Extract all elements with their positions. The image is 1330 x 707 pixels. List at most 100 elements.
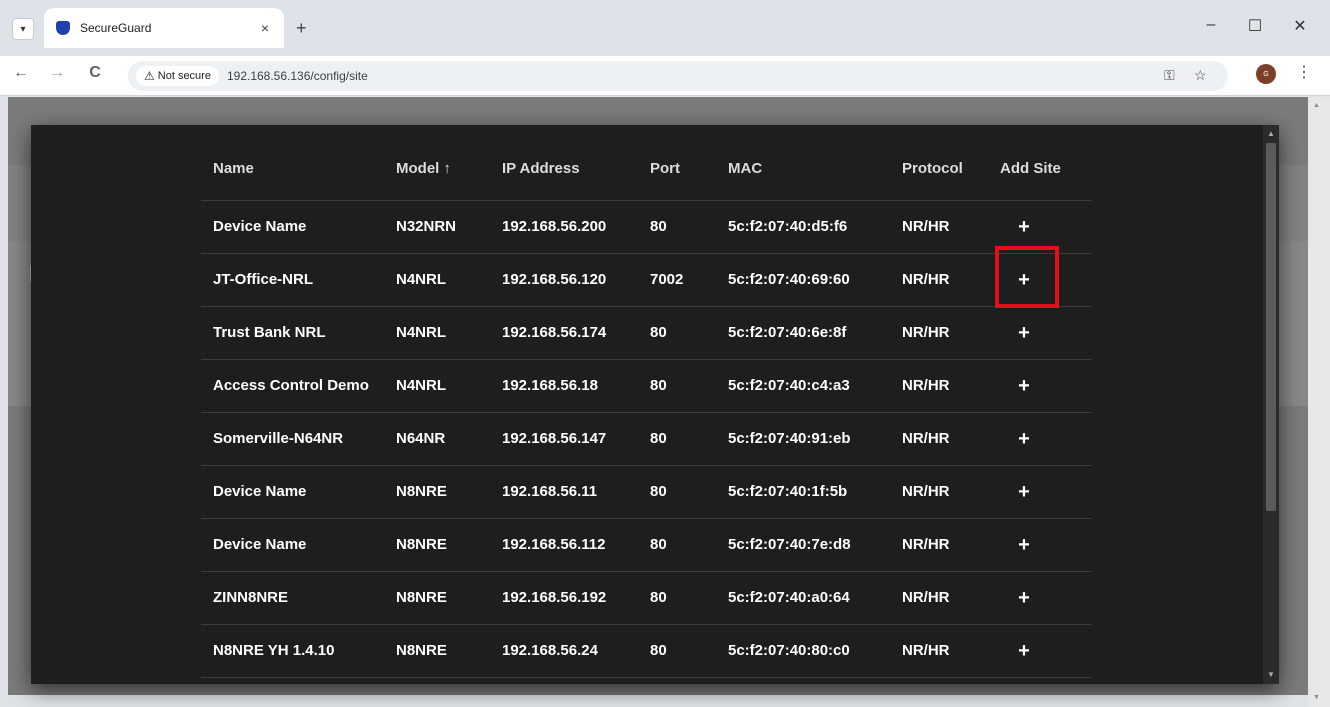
table-row: Somerville-N64NR N64NR 192.168.56.147 80… <box>201 412 1092 466</box>
back-icon[interactable]: ← <box>10 64 32 82</box>
cell-add-site: + <box>988 412 1092 466</box>
cell-add-site: + <box>988 571 1092 625</box>
forward-icon[interactable]: → <box>46 64 68 82</box>
modal-scroll-down-icon[interactable]: ▼ <box>1267 670 1275 679</box>
tab-search-chevron-icon[interactable]: ▾ <box>12 18 34 40</box>
add-site-plus-icon[interactable]: + <box>1000 578 1048 618</box>
devices-table: Name Model ↑ IP Address Port MAC Protocol… <box>201 138 1092 678</box>
cell-protocol: NR/HR <box>890 412 988 466</box>
add-site-plus-icon[interactable]: + <box>1000 631 1048 671</box>
table-row: Device Name N8NRE 192.168.56.11 80 5c:f2… <box>201 465 1092 519</box>
cell-model: N4NRL <box>384 253 490 307</box>
bookmark-star-icon[interactable]: ☆ <box>1194 67 1207 84</box>
tab-title: SecureGuard <box>80 21 152 35</box>
cell-mac: 5c:f2:07:40:91:eb <box>716 412 890 466</box>
cell-ip: 192.168.56.192 <box>490 571 638 625</box>
add-site-plus-icon[interactable]: + <box>1000 260 1048 300</box>
cell-mac: 5c:f2:07:40:6e:8f <box>716 306 890 360</box>
browser-menu-icon[interactable]: ⋮ <box>1296 62 1312 82</box>
col-add-site-header: Add Site <box>988 138 1092 201</box>
cell-ip: 192.168.56.120 <box>490 253 638 307</box>
omnibox[interactable]: ⚠ Not secure 192.168.56.136/config/site … <box>128 61 1228 91</box>
minimize-button[interactable]: – <box>1196 16 1226 34</box>
cell-mac: 5c:f2:07:40:69:60 <box>716 253 890 307</box>
cell-port: 80 <box>638 571 716 625</box>
cell-add-site: + <box>988 518 1092 572</box>
table-body: Device Name N32NRN 192.168.56.200 80 5c:… <box>201 200 1092 678</box>
password-key-icon[interactable]: ⚿ <box>1164 67 1175 84</box>
cell-model: N8NRE <box>384 624 490 678</box>
cell-model: N8NRE <box>384 465 490 519</box>
col-ip-header[interactable]: IP Address <box>490 138 638 201</box>
table-row: Trust Bank NRL N4NRL 192.168.56.174 80 5… <box>201 306 1092 360</box>
tab-close-icon[interactable]: × <box>256 20 274 36</box>
page-scrollbar[interactable] <box>1308 97 1330 707</box>
cell-model: N4NRL <box>384 306 490 360</box>
cell-model: N32NRN <box>384 200 490 254</box>
add-site-plus-icon[interactable]: + <box>1000 313 1048 353</box>
modal-scrollbar[interactable]: ▲ ▼ <box>1263 125 1279 684</box>
cell-protocol: NR/HR <box>890 518 988 572</box>
sort-ascending-icon: ↑ <box>443 160 451 178</box>
table-row: N8NRE YH 1.4.10 N8NRE 192.168.56.24 80 5… <box>201 624 1092 678</box>
cell-name: Device Name <box>201 465 384 519</box>
cell-ip: 192.168.56.24 <box>490 624 638 678</box>
close-window-button[interactable]: ✕ <box>1285 16 1315 36</box>
cell-ip: 192.168.56.174 <box>490 306 638 360</box>
add-site-plus-icon[interactable]: + <box>1000 366 1048 406</box>
table-row: ZINN8NRE N8NRE 192.168.56.192 80 5c:f2:0… <box>201 571 1092 625</box>
modal-scroll-up-icon[interactable]: ▲ <box>1267 129 1275 138</box>
security-chip[interactable]: ⚠ Not secure <box>136 66 219 86</box>
cell-ip: 192.168.56.200 <box>490 200 638 254</box>
cell-name: JT-Office-NRL <box>201 253 384 307</box>
profile-avatar[interactable]: G <box>1256 64 1276 84</box>
col-mac-header[interactable]: MAC <box>716 138 890 201</box>
table-row: JT-Office-NRL N4NRL 192.168.56.120 7002 … <box>201 253 1092 307</box>
cell-mac: 5c:f2:07:40:1f:5b <box>716 465 890 519</box>
cell-port: 7002 <box>638 253 716 307</box>
cell-mac: 5c:f2:07:40:d5:f6 <box>716 200 890 254</box>
cell-protocol: NR/HR <box>890 306 988 360</box>
page-scroll-down-icon[interactable]: ▼ <box>1313 694 1320 701</box>
col-name-header[interactable]: Name <box>201 138 384 201</box>
cell-protocol: NR/HR <box>890 571 988 625</box>
page-scroll-up-icon[interactable]: ▲ <box>1313 102 1320 109</box>
reload-icon[interactable]: C <box>84 64 106 82</box>
add-site-plus-icon[interactable]: + <box>1000 207 1048 247</box>
maximize-button[interactable]: ☐ <box>1240 16 1270 36</box>
add-site-plus-icon[interactable]: + <box>1000 472 1048 512</box>
cell-name: Somerville-N64NR <box>201 412 384 466</box>
add-site-plus-icon[interactable]: + <box>1000 525 1048 565</box>
cell-mac: 5c:f2:07:40:c4:a3 <box>716 359 890 413</box>
security-label: Not secure <box>157 70 211 82</box>
cell-protocol: NR/HR <box>890 253 988 307</box>
address-bar: ← → C ⚠ Not secure 192.168.56.136/config… <box>0 56 1330 96</box>
cell-mac: 5c:f2:07:40:80:c0 <box>716 624 890 678</box>
modal-scrollbar-thumb[interactable] <box>1266 143 1276 511</box>
col-protocol-header[interactable]: Protocol <box>890 138 988 201</box>
cell-ip: 192.168.56.18 <box>490 359 638 413</box>
browser-tab[interactable]: SecureGuard × <box>44 8 284 48</box>
cell-name: Access Control Demo <box>201 359 384 413</box>
col-port-header[interactable]: Port <box>638 138 716 201</box>
cell-port: 80 <box>638 306 716 360</box>
cell-name: ZINN8NRE <box>201 571 384 625</box>
add-site-plus-icon[interactable]: + <box>1000 419 1048 459</box>
cell-add-site: + <box>988 253 1092 307</box>
cell-port: 80 <box>638 200 716 254</box>
url-text[interactable]: 192.168.56.136/config/site <box>227 69 368 83</box>
cell-name: N8NRE YH 1.4.10 <box>201 624 384 678</box>
cell-ip: 192.168.56.147 <box>490 412 638 466</box>
cell-ip: 192.168.56.11 <box>490 465 638 519</box>
cell-model: N4NRL <box>384 359 490 413</box>
table-row: Access Control Demo N4NRL 192.168.56.18 … <box>201 359 1092 413</box>
cell-port: 80 <box>638 518 716 572</box>
cell-port: 80 <box>638 359 716 413</box>
cell-mac: 5c:f2:07:40:a0:64 <box>716 571 890 625</box>
cell-add-site: + <box>988 359 1092 413</box>
new-tab-button[interactable]: + <box>296 18 307 39</box>
col-model-header[interactable]: Model ↑ <box>384 138 490 201</box>
cell-port: 80 <box>638 465 716 519</box>
cell-protocol: NR/HR <box>890 359 988 413</box>
tab-strip: ▾ SecureGuard × + – ☐ ✕ <box>0 0 1330 56</box>
